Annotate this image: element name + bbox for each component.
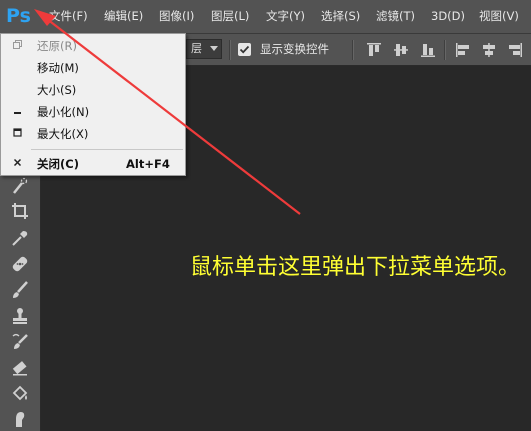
menu-item-close[interactable]: 关闭(C) Alt+F4 bbox=[1, 153, 185, 175]
restore-icon bbox=[11, 40, 23, 52]
auto-select-dropdown[interactable]: 层 bbox=[186, 39, 222, 59]
history-brush-icon[interactable] bbox=[10, 332, 30, 352]
smudge-icon[interactable] bbox=[10, 409, 30, 429]
align-left-icon[interactable] bbox=[455, 42, 471, 58]
menu-item-shortcut: Alt+F4 bbox=[126, 157, 170, 171]
menu-separator bbox=[31, 149, 183, 150]
menu-filter[interactable]: 滤镜(T) bbox=[376, 0, 415, 33]
chevron-down-icon bbox=[210, 46, 218, 51]
divider bbox=[352, 40, 354, 60]
menu-item-label: 最小化(N) bbox=[37, 105, 90, 119]
menu-item-label: 还原(R) bbox=[37, 39, 77, 53]
clone-stamp-icon[interactable] bbox=[10, 306, 30, 326]
system-menu: 还原(R) 移动(M) 大小(S) 最小化(N) 最大化(X) 关闭(C) Al… bbox=[0, 33, 186, 176]
checkmark-icon bbox=[239, 45, 250, 54]
minimize-icon bbox=[11, 106, 23, 118]
ps-logo-button[interactable]: Ps bbox=[6, 3, 36, 29]
show-transform-checkbox[interactable] bbox=[238, 43, 251, 56]
menu-select[interactable]: 选择(S) bbox=[321, 0, 360, 33]
healing-brush-icon[interactable] bbox=[10, 254, 30, 274]
menu-file[interactable]: 文件(F) bbox=[49, 0, 88, 33]
eraser-icon[interactable] bbox=[10, 358, 30, 378]
menu-item-restore[interactable]: 还原(R) bbox=[1, 35, 185, 57]
menu-item-label: 移动(M) bbox=[37, 61, 79, 75]
menu-view[interactable]: 视图(V) bbox=[479, 0, 519, 33]
menu-edit[interactable]: 编辑(E) bbox=[104, 0, 143, 33]
menu-3d[interactable]: 3D(D) bbox=[431, 0, 465, 33]
quick-selection-icon[interactable] bbox=[10, 176, 30, 196]
menu-type[interactable]: 文字(Y) bbox=[266, 0, 305, 33]
menu-image[interactable]: 图像(I) bbox=[159, 0, 194, 33]
auto-select-value: 层 bbox=[191, 42, 202, 55]
menu-item-label: 大小(S) bbox=[37, 83, 77, 97]
align-vertical-center-icon[interactable] bbox=[393, 42, 409, 58]
brush-icon[interactable] bbox=[10, 280, 30, 300]
divider bbox=[229, 40, 231, 60]
menu-item-label: 最大化(X) bbox=[37, 127, 89, 141]
photoshop-window: Ps 文件(F) 编辑(E) 图像(I) 图层(L) 文字(Y) 选择(S) 滤… bbox=[0, 0, 531, 431]
align-horizontal-center-icon[interactable] bbox=[481, 42, 497, 58]
show-transform-label: 显示变换控件 bbox=[260, 42, 329, 56]
menu-item-move[interactable]: 移动(M) bbox=[1, 57, 185, 79]
divider bbox=[444, 40, 446, 60]
menu-bar: Ps 文件(F) 编辑(E) 图像(I) 图层(L) 文字(Y) 选择(S) 滤… bbox=[0, 0, 531, 34]
menu-item-minimize[interactable]: 最小化(N) bbox=[1, 101, 185, 123]
crop-icon[interactable] bbox=[10, 201, 30, 221]
align-top-icon[interactable] bbox=[366, 42, 382, 58]
menu-item-label: 关闭(C) bbox=[37, 157, 79, 171]
annotation-text: 鼠标单击这里弹出下拉菜单选项。 bbox=[190, 255, 521, 280]
eyedropper-icon[interactable] bbox=[10, 228, 30, 248]
maximize-icon bbox=[11, 128, 23, 140]
paint-bucket-icon[interactable] bbox=[10, 384, 30, 404]
menu-layer[interactable]: 图层(L) bbox=[211, 0, 249, 33]
menu-item-size[interactable]: 大小(S) bbox=[1, 79, 185, 101]
align-right-icon[interactable] bbox=[507, 42, 523, 58]
close-icon bbox=[11, 158, 23, 170]
align-bottom-icon[interactable] bbox=[420, 42, 436, 58]
menu-item-maximize[interactable]: 最大化(X) bbox=[1, 123, 185, 145]
